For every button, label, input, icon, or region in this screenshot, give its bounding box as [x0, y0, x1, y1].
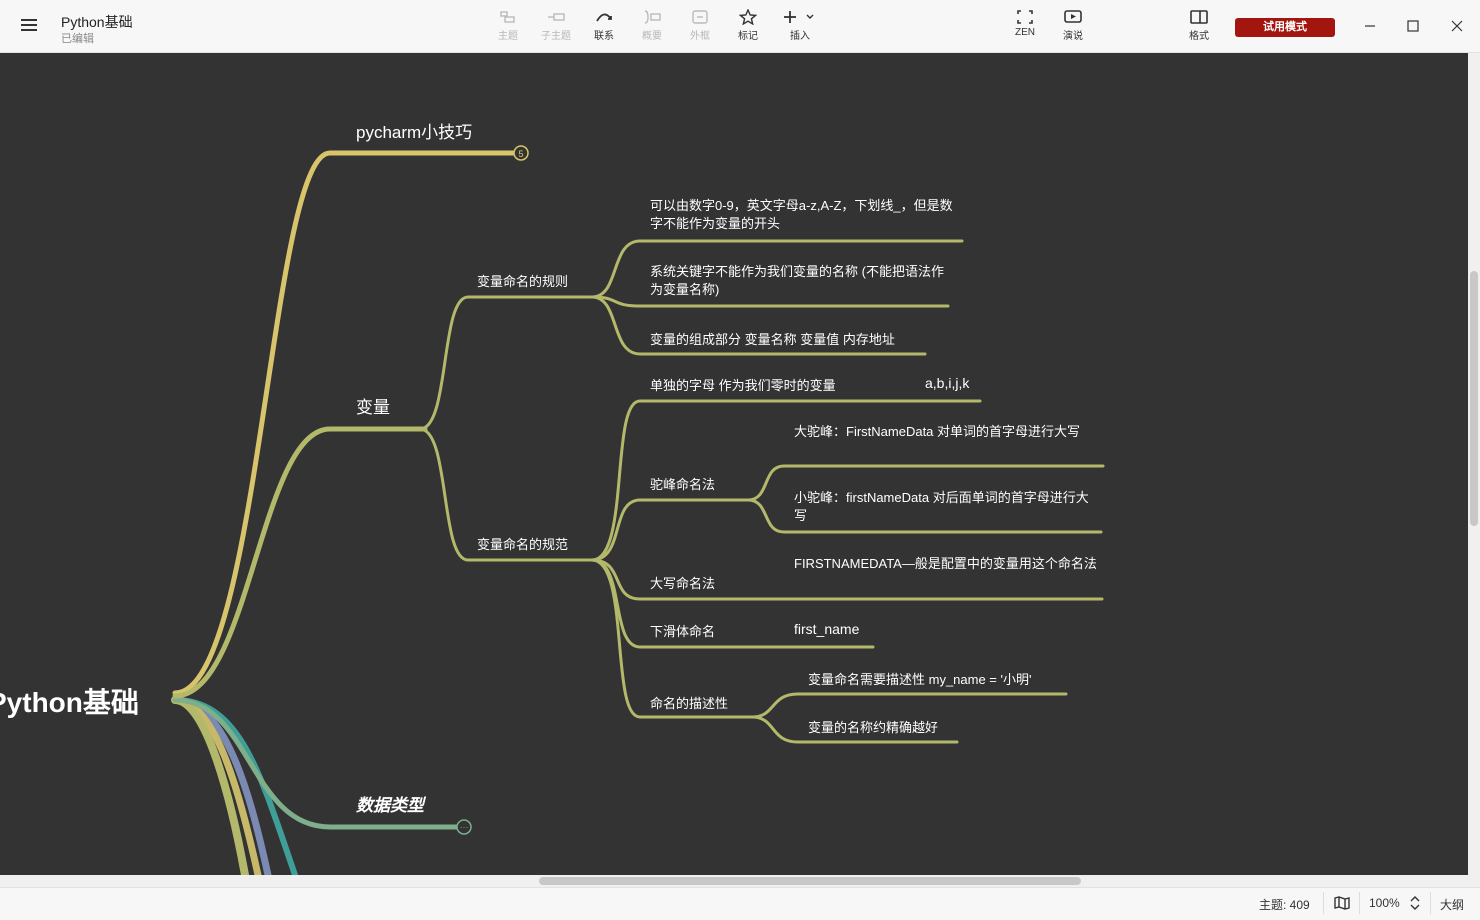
fullscreen-icon	[1017, 10, 1033, 24]
zoom-level[interactable]: 100%	[1369, 896, 1400, 910]
branch-line-pycharm	[172, 150, 518, 696]
zen-label: ZEN	[1015, 27, 1035, 38]
format-panel-icon	[1190, 10, 1208, 24]
maximize-button[interactable]	[1403, 16, 1423, 36]
norm-uppercase[interactable]: 大写命名法	[650, 573, 715, 592]
format-label: 格式	[1189, 31, 1209, 42]
minimize-icon	[1365, 25, 1375, 27]
close-button[interactable]	[1447, 16, 1467, 36]
norm-descriptive-item-1[interactable]: 变量命名需要描述性 my_name = '小明'	[808, 669, 1031, 688]
format-button[interactable]: 格式	[1177, 9, 1221, 47]
close-icon	[1451, 20, 1463, 32]
topic-pycharm[interactable]: pycharm小技巧	[356, 118, 472, 143]
relationship-button[interactable]: 联系	[582, 9, 626, 47]
summary-button[interactable]: 概要	[630, 9, 674, 47]
subtopic-label: 子主题	[541, 31, 571, 42]
marker-label: 标记	[738, 31, 758, 42]
boundary-label: 外框	[690, 31, 710, 42]
norm-descriptive-item-2[interactable]: 变量的名称约精确越好	[808, 717, 938, 736]
edge-desc-1	[750, 692, 1068, 719]
rule-item-3[interactable]: 变量的组成部分 变量名称 变量值 内存地址	[650, 329, 895, 348]
star-icon	[739, 9, 757, 25]
divider	[1359, 892, 1360, 914]
status-bar: 主题: 409 100% 大纲	[0, 887, 1480, 920]
insert-button[interactable]: 插入	[778, 9, 822, 47]
norm-snake-detail[interactable]: first_name	[794, 621, 859, 637]
mindmap-canvas[interactable]: 5 ··· Python基础 pycharm小技巧 变量 数据类型 变量命名的规…	[0, 53, 1468, 875]
insert-label: 插入	[790, 31, 810, 42]
topic-icon	[500, 11, 515, 23]
relationship-label: 联系	[594, 31, 614, 42]
map-view-icon[interactable]	[1333, 895, 1351, 911]
zoom-stepper-icon[interactable]	[1409, 894, 1421, 912]
mindmap-connectors: 5 ···	[171, 145, 1105, 875]
subtopic-button[interactable]: 子主题	[534, 9, 578, 47]
topic-naming-norms[interactable]: 变量命名的规范	[477, 534, 568, 553]
norm-uppercase-detail[interactable]: FIRSTNAMEDATA—般是配置中的变量用这个命名法	[794, 555, 1099, 573]
summary-icon	[644, 10, 661, 24]
trial-mode-button[interactable]: 试用模式	[1235, 18, 1335, 37]
divider	[1430, 892, 1431, 914]
document-status: 已编辑	[61, 33, 94, 45]
boundary-icon	[692, 10, 708, 24]
topic-label: 主题	[498, 31, 518, 42]
rule-item-2[interactable]: 系统关键字不能作为我们变量的名称 (不能把语法作为变量名称)	[650, 263, 948, 299]
norm-camel-upper[interactable]: 大驼峰：FirstNameData 对单词的首字母进行大写	[794, 423, 1099, 441]
norm-descriptive[interactable]: 命名的描述性	[650, 693, 728, 712]
document-title[interactable]: Python基础	[61, 12, 133, 32]
root-topic[interactable]: Python基础	[0, 681, 139, 721]
collapse-count-pycharm: 5	[518, 149, 523, 159]
divider	[1323, 892, 1324, 914]
maximize-icon	[1407, 20, 1419, 32]
norm-snake[interactable]: 下滑体命名	[650, 621, 715, 640]
topic-variable[interactable]: 变量	[356, 393, 390, 418]
pitch-button[interactable]: 演说	[1051, 9, 1095, 47]
topic-button[interactable]: 主题	[486, 9, 530, 47]
plus-icon	[784, 11, 814, 23]
pitch-icon	[1064, 10, 1082, 23]
minimize-button[interactable]	[1360, 16, 1380, 36]
relationship-icon	[596, 13, 612, 22]
topic-count: 主题: 409	[1259, 898, 1310, 912]
horizontal-scrollbar[interactable]	[0, 875, 1480, 887]
hamburger-menu-icon[interactable]	[18, 16, 40, 38]
outline-toggle[interactable]: 大纲	[1440, 896, 1464, 913]
topic-datatypes[interactable]: 数据类型	[356, 791, 424, 816]
summary-label: 概要	[642, 31, 662, 42]
edge-rules	[418, 295, 594, 431]
norm-camel[interactable]: 驼峰命名法	[650, 474, 715, 493]
boundary-button[interactable]: 外框	[678, 9, 722, 47]
norm-camel-lower[interactable]: 小驼峰：firstNameData 对后面单词的首字母进行大写	[794, 489, 1099, 525]
vertical-scrollbar[interactable]	[1468, 53, 1480, 875]
rule-item-1[interactable]: 可以由数字0-9，英文字母a-z,A-Z，下划线_，但是数字不能作为变量的开头	[650, 197, 960, 233]
marker-button[interactable]: 标记	[726, 9, 770, 47]
zen-button[interactable]: ZEN	[1003, 9, 1047, 47]
vertical-scroll-thumb[interactable]	[1470, 271, 1478, 526]
pitch-label: 演说	[1063, 31, 1083, 42]
collapse-dots-datatypes: ···	[460, 822, 469, 832]
norm-single-letter-example[interactable]: a,b,i,j,k	[925, 375, 969, 391]
horizontal-scroll-thumb[interactable]	[539, 877, 1081, 885]
subtopic-icon	[548, 13, 565, 21]
topic-naming-rules[interactable]: 变量命名的规则	[477, 271, 568, 290]
norm-single-letter[interactable]: 单独的字母 作为我们零时的变量	[650, 375, 836, 394]
title-bar: Python基础 已编辑 主题 子主题 联系 概要 外框 标记 插入 ZEN 演…	[0, 0, 1480, 53]
